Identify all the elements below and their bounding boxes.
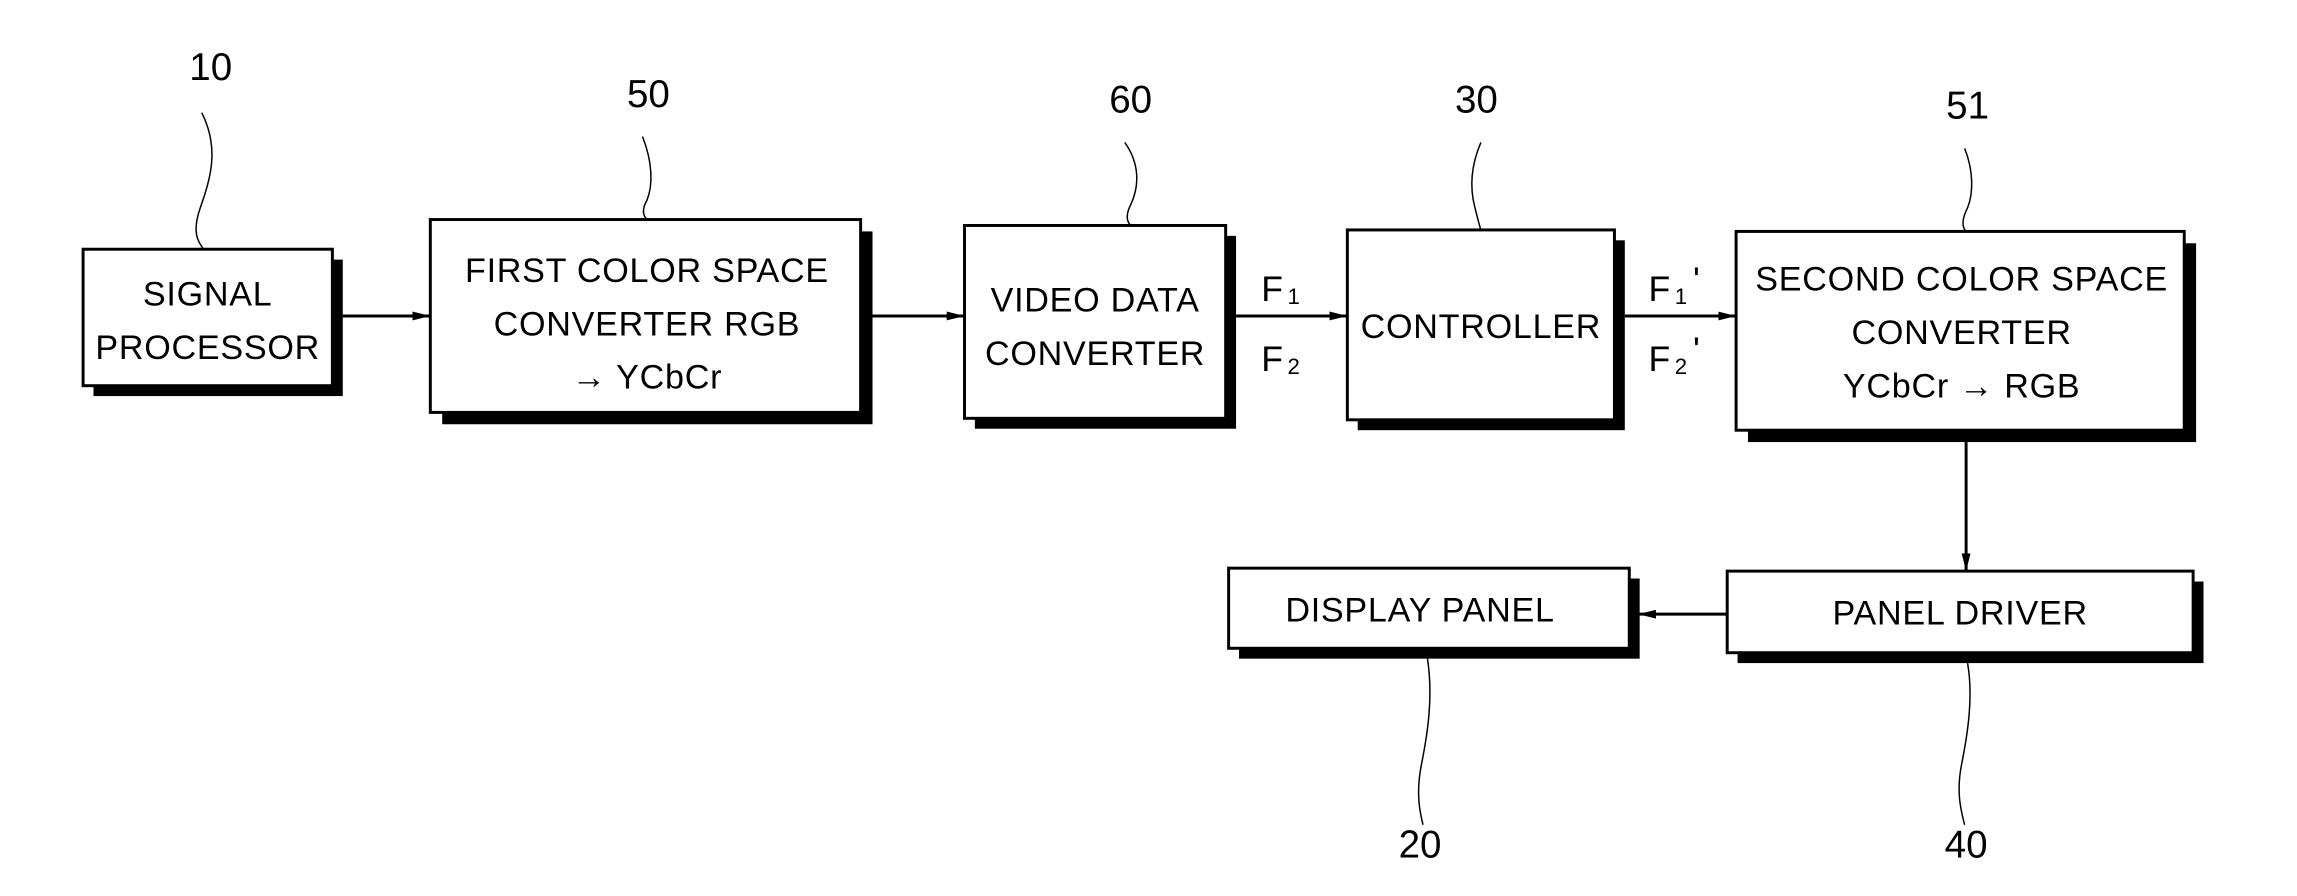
- block-label-line: CONTROLLER: [1361, 308, 1602, 346]
- block-label-line: DISPLAY PANEL: [1285, 592, 1554, 630]
- ref-number-video-converter: 60: [1109, 79, 1152, 122]
- leader-line-60: [1124, 141, 1138, 227]
- block-second-color-space-converter: SECOND COLOR SPACE CONVERTER YCbCr → RGB: [1734, 229, 2197, 443]
- leader-line-30: [1471, 142, 1482, 231]
- ref-number-first-converter: 50: [627, 73, 670, 116]
- leader-line-10: [195, 112, 213, 250]
- signal-label-f1-prime: F 1 ': [1649, 260, 1700, 309]
- signal-label-f2-prime: F 2 ': [1649, 330, 1700, 379]
- ref-number-signal-processor: 10: [189, 46, 232, 89]
- ref-number-panel-driver: 40: [1945, 823, 1988, 866]
- block-label-line: → YCbCr: [572, 359, 723, 397]
- block-label-line: CONVERTER: [1852, 314, 2072, 352]
- leader-line-20: [1417, 658, 1431, 825]
- block-label-line: SECOND COLOR SPACE: [1755, 261, 2168, 299]
- block-label-line: SIGNAL: [143, 276, 273, 314]
- block-label-line: CONVERTER RGB: [494, 305, 801, 343]
- ref-number-controller: 30: [1455, 79, 1498, 122]
- block-label-line: PANEL DRIVER: [1832, 595, 2087, 633]
- signal-label-f1: F1: [1261, 269, 1300, 309]
- block-label-line: PROCESSOR: [95, 329, 320, 367]
- block-panel-driver: PANEL DRIVER: [1725, 569, 2204, 664]
- block-label-line: CONVERTER: [985, 335, 1205, 373]
- block-signal-processor: SIGNAL PROCESSOR: [81, 247, 343, 397]
- block-border: [963, 224, 1228, 420]
- block-diagram: SIGNAL PROCESSOR 10 FIRST COLOR SPACE CO…: [81, 46, 2204, 866]
- block-display-panel: DISPLAY PANEL: [1227, 566, 1640, 659]
- ref-number-display-panel: 20: [1399, 823, 1442, 866]
- block-video-data-converter: VIDEO DATA CONVERTER: [963, 224, 1237, 429]
- block-first-color-space-converter: FIRST COLOR SPACE CONVERTER RGB → YCbCr: [428, 218, 873, 425]
- leader-line-40: [1958, 662, 1971, 825]
- block-label-line: FIRST COLOR SPACE: [465, 252, 829, 290]
- block-label-line: VIDEO DATA: [991, 282, 1200, 320]
- signal-label-f2: F2: [1261, 339, 1300, 379]
- leader-line-50: [641, 136, 652, 221]
- ref-number-second-converter: 51: [1946, 85, 1989, 128]
- block-controller: CONTROLLER: [1345, 228, 1625, 431]
- leader-line-51: [1962, 148, 1973, 232]
- block-label-line: YCbCr → RGB: [1843, 368, 2081, 406]
